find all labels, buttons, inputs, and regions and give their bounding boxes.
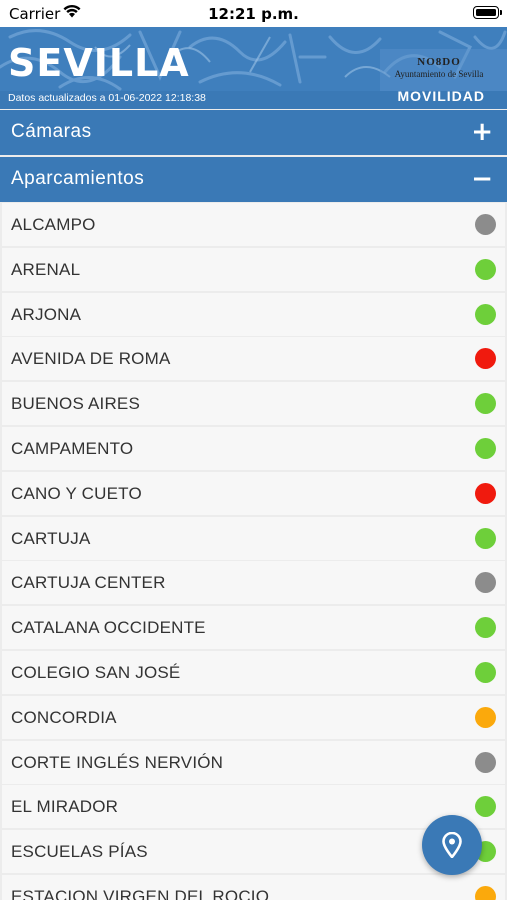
- status-indicator-red: [475, 348, 496, 370]
- parking-name: CANO Y CUETO: [11, 483, 142, 503]
- status-bar: Carrier 12:21 p.m.: [0, 0, 507, 27]
- parking-row[interactable]: CARTUJA: [2, 516, 505, 560]
- status-indicator-green: [475, 662, 496, 683]
- status-indicator-gray: [475, 751, 496, 773]
- status-indicator-green: [475, 617, 496, 639]
- parking-name: CORTE INGLÉS NERVIÓN: [11, 752, 224, 772]
- status-indicator-green: [475, 393, 496, 415]
- status-time: 12:21 p.m.: [208, 5, 299, 23]
- parking-name: EL MIRADOR: [11, 797, 119, 817]
- map-pin-icon: [442, 832, 462, 858]
- status-indicator-gray: [475, 214, 496, 235]
- section-title: MOVILIDAD: [397, 88, 485, 104]
- parking-row[interactable]: BUENOS AIRES: [2, 382, 505, 426]
- parking-row[interactable]: ARJONA: [2, 292, 505, 336]
- parking-row[interactable]: CARTUJA CENTER: [2, 561, 505, 605]
- parking-row[interactable]: CATALANA OCCIDENTE: [2, 606, 505, 650]
- parking-name: CARTUJA CENTER: [11, 573, 166, 593]
- parking-row[interactable]: EL MIRADOR: [2, 785, 505, 829]
- parking-list: ALCAMPO ARENAL ARJONA AVENIDA DE ROMA BUENOS…: [0, 202, 507, 900]
- status-indicator-green: [475, 303, 496, 325]
- parking-row[interactable]: COLEGIO SAN JOSÉ: [2, 651, 505, 694]
- parking-row[interactable]: ESTACION VIRGEN DEL ROCIO: [2, 875, 505, 900]
- status-indicator-green: [475, 527, 496, 549]
- collapse-icon[interactable]: −: [471, 164, 493, 194]
- parking-row[interactable]: AVENIDA DE ROMA: [2, 337, 505, 381]
- status-indicator-gray: [475, 572, 496, 594]
- expand-icon[interactable]: +: [471, 117, 493, 147]
- parking-name: ESTACION VIRGEN DEL ROCIO: [11, 887, 270, 900]
- logo-mark: NO8DO: [417, 56, 461, 68]
- parking-name: BUENOS AIRES: [11, 394, 140, 414]
- parking-row[interactable]: CAMPAMENTO: [2, 427, 505, 470]
- parking-name: CONCORDIA: [11, 707, 117, 727]
- parking-row[interactable]: ARENAL: [2, 247, 505, 291]
- parking-name: ARENAL: [11, 259, 81, 279]
- parking-row[interactable]: CONCORDIA: [2, 695, 505, 739]
- parking-name: COLEGIO SAN JOSÉ: [11, 663, 181, 682]
- city-title: SEVILLA: [8, 41, 190, 85]
- parking-row[interactable]: ALCAMPO: [2, 203, 505, 246]
- parking-name: CARTUJA: [11, 528, 91, 548]
- parking-row[interactable]: CANO Y CUETO: [2, 471, 505, 515]
- update-timestamp: Datos actualizados a 01-06-2022 12:18:38: [8, 92, 206, 104]
- status-indicator-orange: [475, 706, 496, 728]
- status-indicator-green: [475, 438, 496, 459]
- logo-text: Ayuntamiento de Sevilla: [394, 69, 484, 79]
- status-indicator-green: [475, 258, 496, 280]
- parking-row[interactable]: CORTE INGLÉS NERVIÓN: [2, 740, 505, 784]
- city-hall-logo: NO8DO Ayuntamiento de Sevilla: [379, 56, 499, 79]
- map-location-button[interactable]: [422, 815, 482, 875]
- parking-name: AVENIDA DE ROMA: [11, 349, 171, 369]
- parking-name: ESCUELAS PÍAS: [11, 842, 148, 862]
- parking-name: ALCAMPO: [11, 215, 96, 234]
- accordion-aparcamientos[interactable]: Aparcamientos −: [0, 157, 507, 202]
- status-indicator-green: [475, 796, 496, 818]
- status-indicator-red: [475, 482, 496, 504]
- parking-name: CATALANA OCCIDENTE: [11, 618, 206, 638]
- accordion-camaras[interactable]: Cámaras +: [0, 110, 507, 155]
- status-indicator-orange: [475, 886, 496, 900]
- battery-icon: [473, 6, 502, 19]
- accordion-camaras-label: Cámaras: [11, 121, 92, 142]
- accordion-aparcamientos-label: Aparcamientos: [11, 168, 145, 189]
- app-header: SEVILLA NO8DO Ayuntamiento de Sevilla Da…: [0, 27, 507, 109]
- parking-name: CAMPAMENTO: [11, 439, 134, 458]
- parking-name: ARJONA: [11, 304, 82, 324]
